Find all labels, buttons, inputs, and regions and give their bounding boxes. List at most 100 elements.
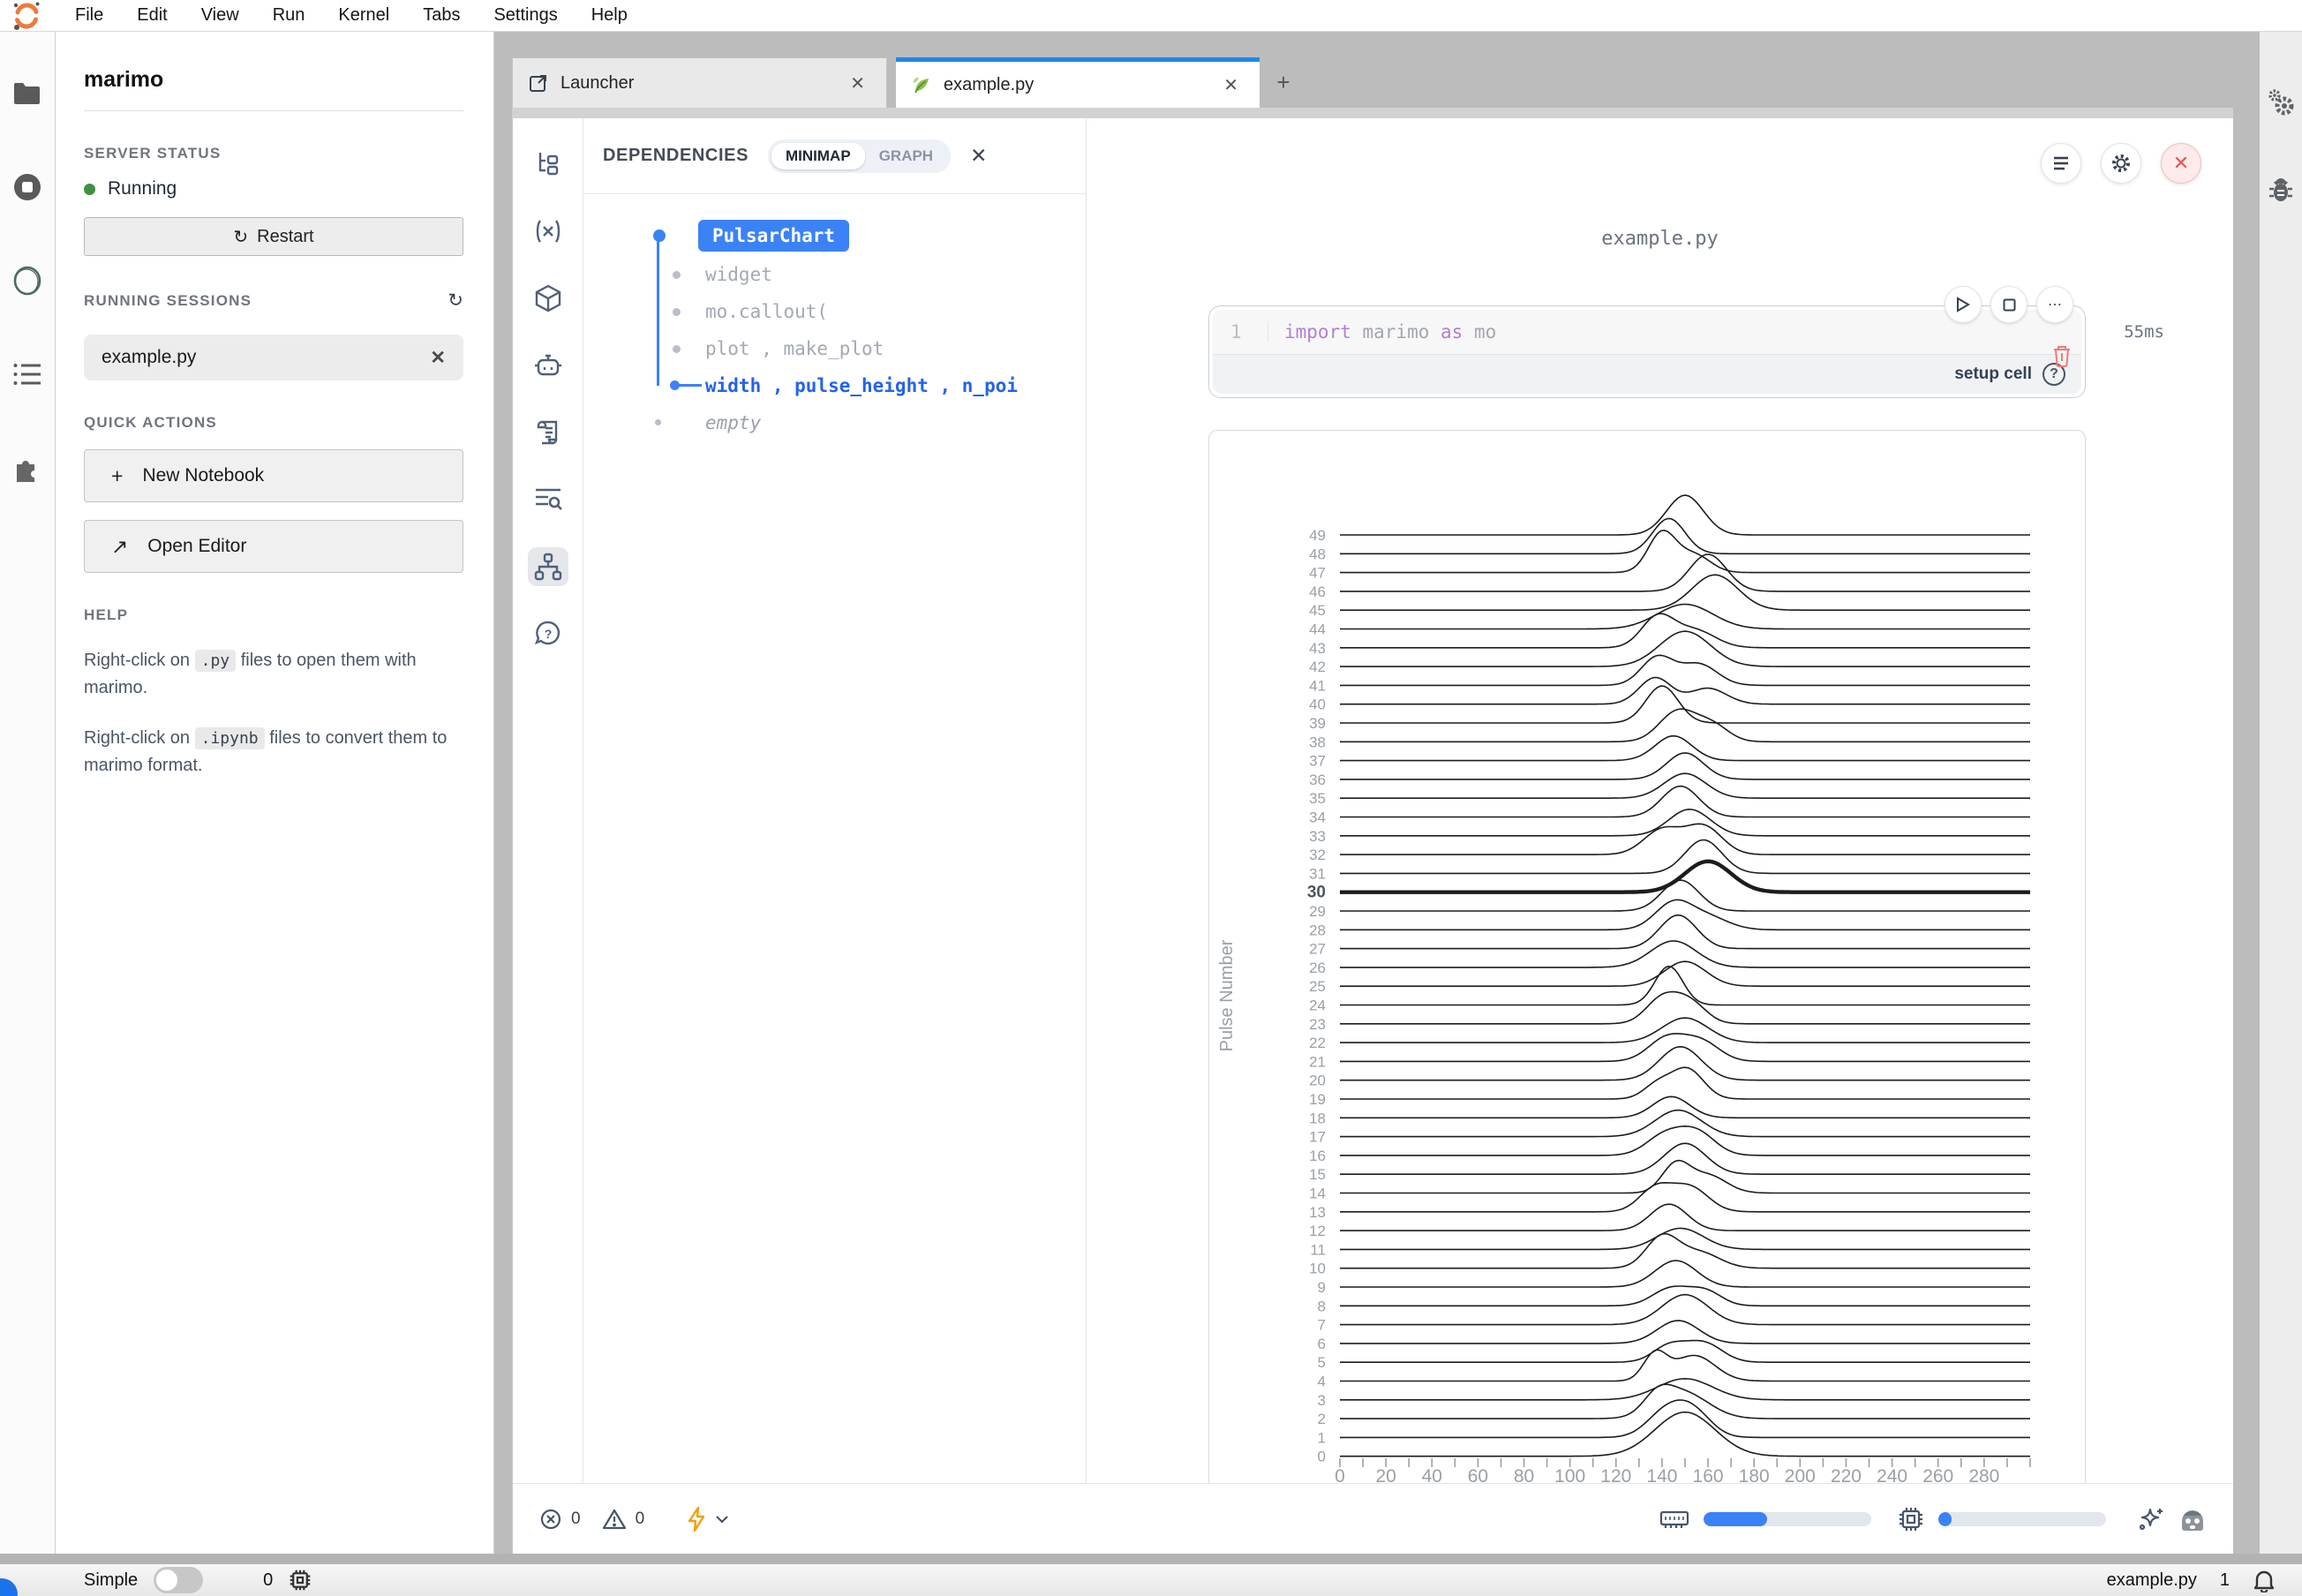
tree-node-pulsarchart[interactable]: PulsarChart bbox=[698, 220, 849, 252]
menu-edit[interactable]: Edit bbox=[120, 5, 184, 26]
svg-text:32: 32 bbox=[1309, 847, 1326, 863]
new-notebook-button[interactable]: + New Notebook bbox=[84, 449, 463, 502]
pulsar-chart-output: Pulse Number0123456789101112131415161718… bbox=[1208, 430, 2086, 1483]
run-cell-button[interactable] bbox=[1945, 286, 1982, 323]
tab-example-label: example.py bbox=[944, 75, 1206, 95]
logs-icon[interactable] bbox=[528, 413, 568, 452]
errors-icon[interactable] bbox=[539, 1508, 562, 1531]
dependencies-icon[interactable] bbox=[528, 547, 568, 586]
menu-tabs[interactable]: Tabs bbox=[406, 5, 477, 26]
svg-text:16: 16 bbox=[1309, 1148, 1326, 1164]
notebook-menu-button[interactable] bbox=[2041, 143, 2081, 184]
marimo-sidebar-icon[interactable] bbox=[10, 261, 45, 300]
stop-cell-button[interactable] bbox=[1990, 286, 2027, 323]
dependency-tree: PulsarChart widget mo.callout( plot , ma… bbox=[583, 194, 1086, 441]
svg-text:25: 25 bbox=[1309, 978, 1326, 995]
svg-text:22: 22 bbox=[1309, 1035, 1326, 1051]
svg-text:28: 28 bbox=[1309, 922, 1326, 938]
cpu-usage-meter bbox=[1938, 1512, 2106, 1526]
tab-launcher[interactable]: Launcher ✕ bbox=[512, 57, 887, 108]
restart-button[interactable]: ↻ Restart bbox=[84, 217, 463, 256]
main-dock: Launcher ✕ example.py ✕ + bbox=[494, 32, 2233, 1554]
menu-file[interactable]: File bbox=[58, 5, 120, 26]
setup-cell-label: setup cell bbox=[1954, 365, 2032, 384]
svg-text:200: 200 bbox=[1785, 1466, 1816, 1483]
tab-example-close-icon[interactable]: ✕ bbox=[1218, 72, 1244, 98]
menu-help[interactable]: Help bbox=[575, 5, 644, 26]
packages-icon[interactable] bbox=[528, 279, 568, 318]
right-rail bbox=[2260, 32, 2302, 1554]
marimo-leaf-icon bbox=[912, 75, 931, 94]
session-item[interactable]: example.py ✕ bbox=[84, 335, 463, 380]
svg-text:39: 39 bbox=[1309, 715, 1326, 732]
sidebar-title: marimo bbox=[84, 67, 463, 93]
open-external-icon: ↗ bbox=[111, 535, 128, 559]
ram-usage-meter bbox=[1704, 1512, 1871, 1526]
new-tab-button[interactable]: + bbox=[1263, 57, 1304, 108]
kernel-chip-icon[interactable] bbox=[289, 1569, 312, 1592]
server-status-heading: SERVER STATUS bbox=[84, 145, 463, 162]
bell-icon[interactable] bbox=[2253, 1568, 2276, 1592]
file-browser-icon[interactable] bbox=[10, 74, 45, 113]
dependencies-close-icon[interactable]: ✕ bbox=[970, 144, 987, 168]
ai-assistant-icon[interactable] bbox=[528, 346, 568, 385]
menu-bar: File Edit View Run Kernel Tabs Settings … bbox=[0, 0, 2302, 32]
notebook-shutdown-button[interactable]: ✕ bbox=[2161, 143, 2201, 184]
svg-text:33: 33 bbox=[1309, 828, 1326, 845]
minimap-toggle[interactable]: MINIMAP bbox=[771, 143, 865, 169]
ai-robot-icon[interactable] bbox=[2178, 1507, 2207, 1532]
menu-run[interactable]: Run bbox=[256, 5, 322, 26]
svg-text:34: 34 bbox=[1309, 809, 1326, 826]
help-text-ipynb: Right-click on .ipynb files to convert t… bbox=[84, 725, 463, 779]
svg-text:120: 120 bbox=[1600, 1466, 1631, 1483]
notebook-settings-button[interactable] bbox=[2101, 143, 2141, 184]
graph-toggle[interactable]: GRAPH bbox=[865, 143, 947, 169]
svg-text:18: 18 bbox=[1309, 1110, 1326, 1126]
svg-text:42: 42 bbox=[1309, 659, 1326, 675]
svg-text:20: 20 bbox=[1309, 1073, 1326, 1089]
menu-kernel[interactable]: Kernel bbox=[321, 5, 406, 26]
view-mode-toggle: MINIMAP GRAPH bbox=[768, 139, 951, 173]
svg-text:4: 4 bbox=[1318, 1374, 1326, 1390]
run-mode-bolt-icon[interactable] bbox=[687, 1507, 706, 1532]
session-close-icon[interactable]: ✕ bbox=[430, 347, 446, 369]
ram-icon bbox=[1659, 1509, 1689, 1530]
property-inspector-icon[interactable] bbox=[2266, 88, 2296, 118]
tab-bar: Launcher ✕ example.py ✕ + bbox=[512, 57, 2233, 108]
help-icon[interactable]: ? bbox=[528, 614, 568, 653]
svg-text:260: 260 bbox=[1922, 1466, 1953, 1483]
svg-text:26: 26 bbox=[1309, 960, 1326, 976]
warnings-count: 0 bbox=[636, 1509, 645, 1529]
file-tree-icon[interactable] bbox=[528, 145, 568, 184]
running-kernels-icon[interactable] bbox=[10, 168, 45, 207]
svg-text:?: ? bbox=[544, 627, 552, 641]
svg-text:17: 17 bbox=[1309, 1129, 1326, 1146]
run-mode-chevron-icon[interactable] bbox=[715, 1515, 729, 1524]
help-heading: HELP bbox=[84, 606, 463, 624]
svg-text:9: 9 bbox=[1318, 1279, 1326, 1296]
cell-more-button[interactable]: ⋯ bbox=[2036, 286, 2073, 323]
extensions-icon[interactable] bbox=[10, 448, 45, 487]
tab-example[interactable]: example.py ✕ bbox=[896, 57, 1260, 108]
tab-launcher-label: Launcher bbox=[560, 73, 832, 94]
menu-view[interactable]: View bbox=[184, 5, 256, 26]
simple-mode-toggle[interactable] bbox=[154, 1567, 203, 1593]
refresh-sessions-icon[interactable]: ↻ bbox=[448, 290, 463, 312]
outline-search-icon[interactable] bbox=[528, 480, 568, 519]
variables-icon[interactable] bbox=[528, 212, 568, 251]
dependencies-title: DEPENDENCIES bbox=[603, 146, 749, 166]
debugger-icon[interactable] bbox=[2267, 177, 2295, 205]
svg-text:49: 49 bbox=[1309, 527, 1326, 544]
menu-settings[interactable]: Settings bbox=[477, 5, 574, 26]
ai-sparkle-icon[interactable] bbox=[2138, 1506, 2164, 1532]
delete-cell-icon[interactable] bbox=[2052, 344, 2072, 367]
svg-text:40: 40 bbox=[1309, 696, 1326, 713]
warnings-icon[interactable] bbox=[602, 1508, 627, 1531]
table-of-contents-icon[interactable] bbox=[10, 355, 45, 394]
activity-rail bbox=[0, 32, 56, 1554]
status-dot bbox=[84, 184, 95, 195]
session-file-name: example.py bbox=[102, 347, 430, 368]
tab-launcher-close-icon[interactable]: ✕ bbox=[845, 71, 870, 96]
open-editor-button[interactable]: ↗ Open Editor bbox=[84, 520, 463, 573]
svg-text:8: 8 bbox=[1318, 1298, 1326, 1314]
